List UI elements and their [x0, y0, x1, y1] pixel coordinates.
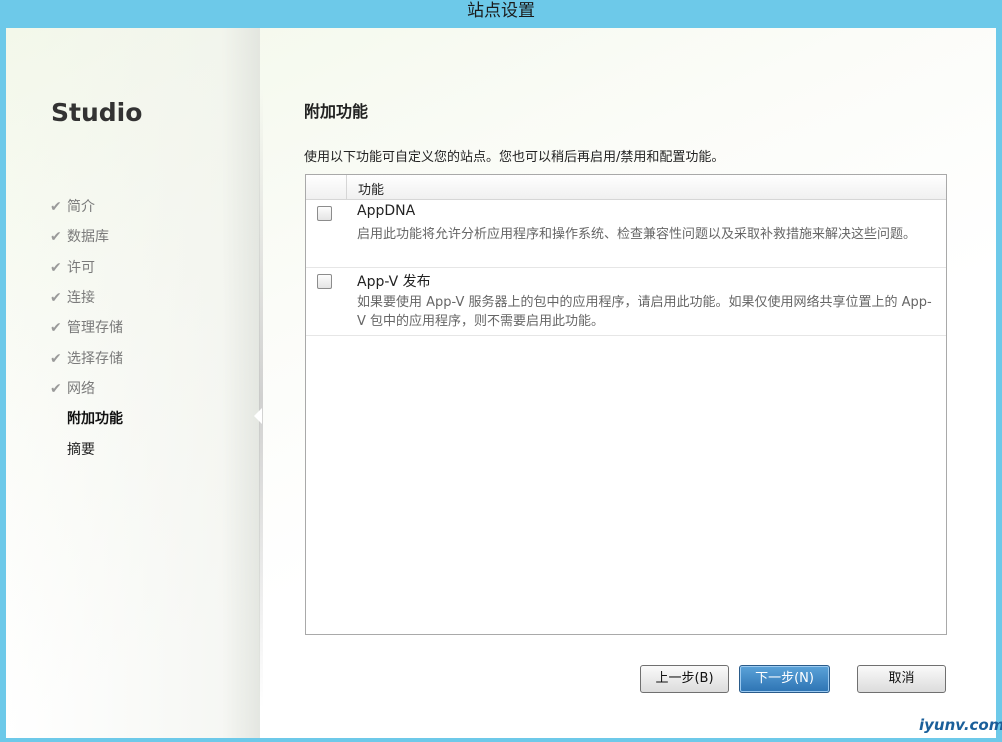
step-network: ✔ 网络	[50, 374, 123, 404]
studio-brand: Studio	[51, 98, 143, 127]
check-icon: ✔	[50, 259, 62, 276]
column-divider	[346, 175, 347, 199]
back-button[interactable]: 上一步(B)	[640, 665, 729, 693]
step-connection: ✔ 连接	[50, 283, 123, 313]
table-row[interactable]: AppDNA 启用此功能将允许分析应用程序和操作系统、检查兼容性问题以及采取补救…	[306, 200, 946, 268]
check-icon: ✔	[50, 199, 62, 216]
check-icon: ✔	[50, 290, 62, 307]
column-header-feature[interactable]: 功能	[358, 179, 384, 198]
appv-publishing-checkbox[interactable]	[317, 274, 332, 289]
watermark-domain: iyunv.com	[919, 716, 1002, 734]
page-description: 使用以下功能可自定义您的站点。您也可以稍后再启用/禁用和配置功能。	[304, 150, 725, 165]
watermark: 运维网 iyunv.com	[893, 690, 1002, 742]
feature-title: App-V 发布	[357, 274, 431, 290]
step-label: 摘要	[67, 441, 95, 458]
appdna-checkbox[interactable]	[317, 206, 332, 221]
wizard-step-list: ✔ 简介 ✔ 数据库 ✔ 许可 ✔ 连接 ✔ 管理存储 ✔ 选择存储 ✔ 网络	[50, 192, 123, 465]
features-table: 功能 AppDNA 启用此功能将允许分析应用程序和操作系统、检查兼容性问题以及采…	[305, 174, 947, 635]
step-license: ✔ 许可	[50, 253, 123, 283]
step-summary: 摘要	[50, 434, 123, 464]
wizard-sidebar	[6, 28, 260, 738]
step-label: 数据库	[67, 229, 109, 246]
step-label: 附加功能	[67, 411, 123, 428]
step-intro: ✔ 简介	[50, 192, 123, 222]
check-icon: ✔	[50, 380, 62, 397]
current-step-pointer-icon	[254, 408, 262, 424]
step-label: 连接	[67, 290, 95, 307]
step-select-storage: ✔ 选择存储	[50, 343, 123, 373]
check-icon: ✔	[50, 320, 62, 337]
table-header: 功能	[306, 175, 946, 200]
page-title: 附加功能	[304, 102, 369, 121]
window-titlebar: 站点设置	[0, 0, 1002, 26]
step-manage-storage: ✔ 管理存储	[50, 313, 123, 343]
step-label: 选择存储	[67, 350, 123, 367]
next-button[interactable]: 下一步(N)	[739, 665, 830, 693]
sidebar-divider	[259, 88, 263, 708]
feature-description: 启用此功能将允许分析应用程序和操作系统、检查兼容性问题以及采取补救措施来解决这些…	[357, 227, 917, 242]
watermark-brand: 运维网	[939, 697, 981, 713]
feature-description: 如果要使用 App-V 服务器上的包中的应用程序，请启用此功能。如果仅使用网络共…	[357, 295, 932, 329]
step-label: 简介	[67, 199, 95, 216]
check-icon: ✔	[50, 229, 62, 246]
step-label: 许可	[67, 259, 95, 276]
step-label: 管理存储	[67, 320, 123, 337]
step-additional-features: 附加功能	[50, 404, 123, 434]
table-row[interactable]: App-V 发布 如果要使用 App-V 服务器上的包中的应用程序，请启用此功能…	[306, 268, 946, 336]
window-title: 站点设置	[467, 1, 535, 21]
feature-title: AppDNA	[357, 203, 416, 219]
step-label: 网络	[67, 380, 95, 397]
step-database: ✔ 数据库	[50, 222, 123, 252]
wizard-client-area: Studio ✔ 简介 ✔ 数据库 ✔ 许可 ✔ 连接 ✔ 管理存储 ✔ 选择存…	[6, 28, 996, 738]
cancel-button[interactable]: 取消	[857, 665, 946, 693]
check-icon: ✔	[50, 350, 62, 367]
